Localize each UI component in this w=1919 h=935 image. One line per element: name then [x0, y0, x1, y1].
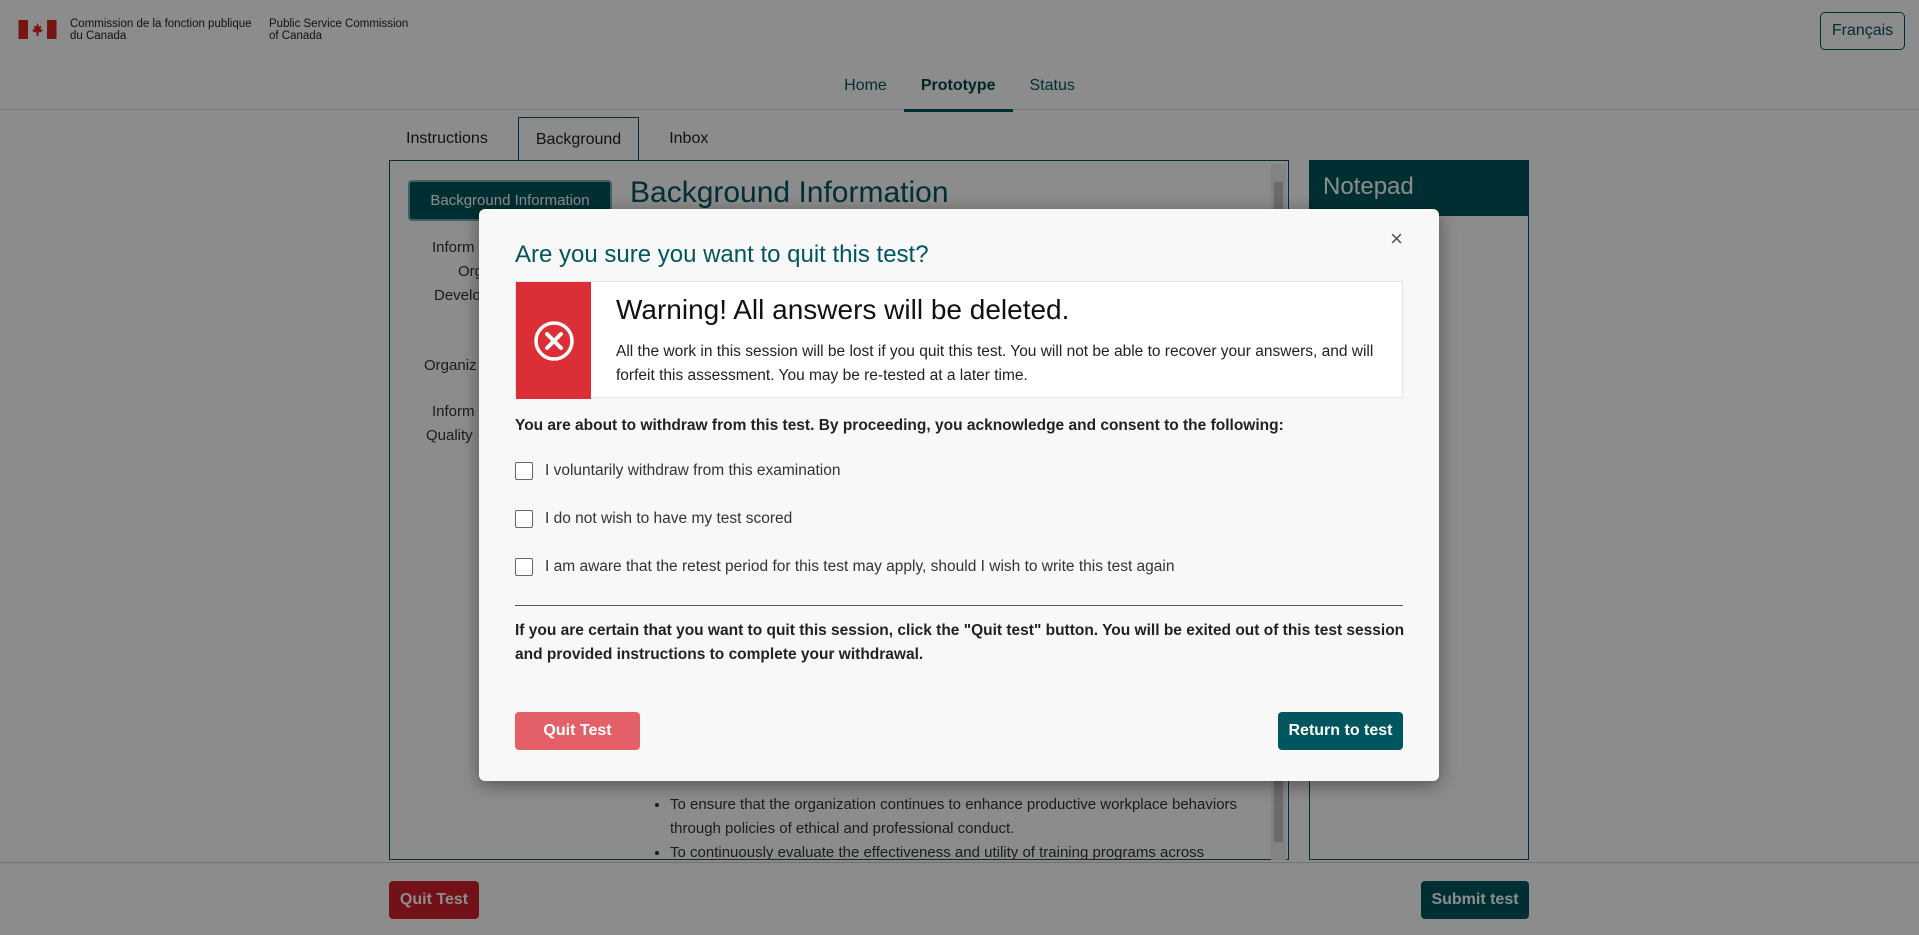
- checkbox-label: I do not wish to have my test scored: [545, 510, 793, 527]
- no-score-checkbox[interactable]: [515, 510, 533, 528]
- checkbox-label: I voluntarily withdraw from this examina…: [545, 462, 841, 479]
- retest-aware-checkbox[interactable]: [515, 558, 533, 576]
- warning-icon-area: [516, 282, 591, 399]
- consent-checkbox-row[interactable]: I do not wish to have my test scored: [515, 510, 792, 528]
- quit-test-dialog: × Are you sure you want to quit this tes…: [479, 209, 1439, 781]
- checkbox-label: I am aware that the retest period for th…: [545, 558, 1175, 575]
- quit-instructions-text: If you are certain that you want to quit…: [515, 622, 1405, 663]
- dialog-title: Are you sure you want to quit this test?: [515, 241, 929, 268]
- consent-checkbox-row[interactable]: I am aware that the retest period for th…: [515, 558, 1174, 576]
- warning-title: Warning! All answers will be deleted.: [616, 294, 1070, 325]
- consent-checkbox-row[interactable]: I voluntarily withdraw from this examina…: [515, 462, 840, 480]
- return-to-test-button[interactable]: Return to test: [1278, 712, 1403, 750]
- divider: [515, 605, 1403, 606]
- warning-text: All the work in this session will be los…: [616, 343, 1374, 384]
- error-circle-x-icon: [533, 320, 574, 361]
- consent-lead-text: You are about to withdraw from this test…: [515, 417, 1284, 434]
- quit-test-confirm-button[interactable]: Quit Test: [515, 712, 640, 750]
- withdraw-checkbox[interactable]: [515, 462, 533, 480]
- close-icon[interactable]: ×: [1390, 226, 1403, 252]
- warning-alert: Warning! All answers will be deleted. Al…: [515, 281, 1403, 399]
